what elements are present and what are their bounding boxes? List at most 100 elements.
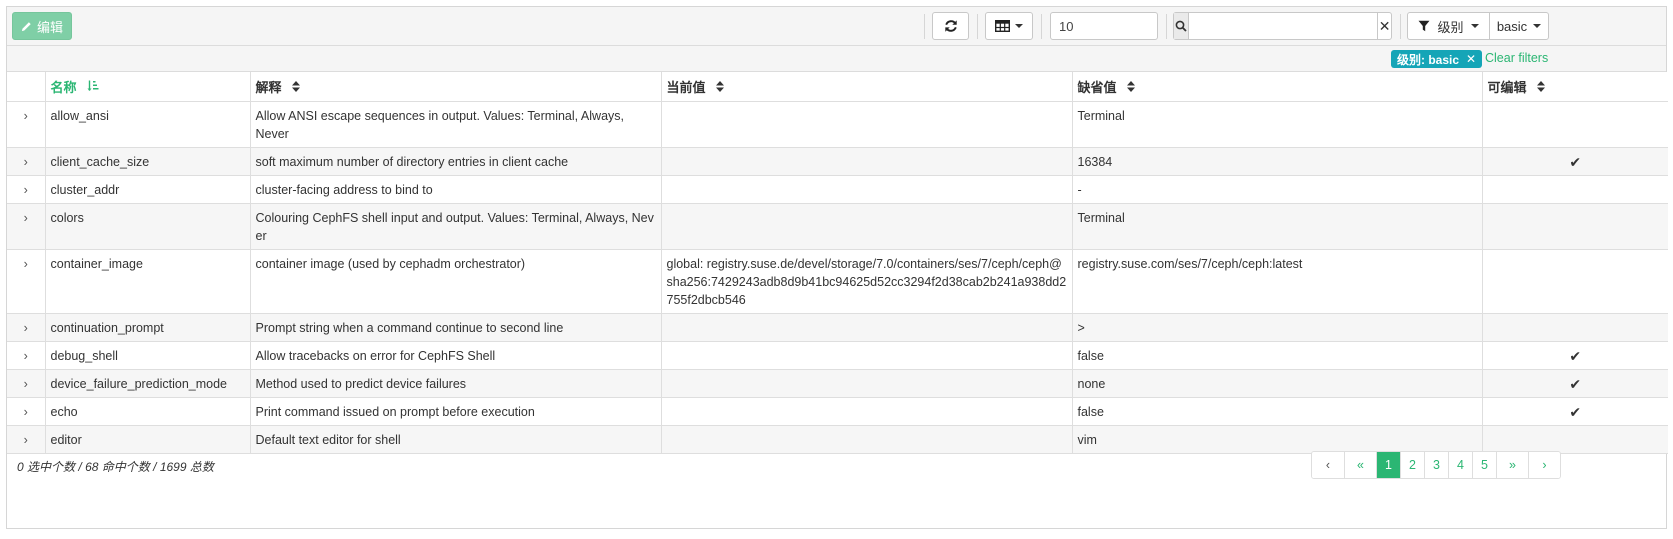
found-label: 命中个数 <box>101 460 150 474</box>
table-row[interactable]: › echo Print command issued on prompt be… <box>7 396 1668 426</box>
row-name: allow_ansi <box>44 100 251 148</box>
check-icon: ✔ <box>1569 375 1582 392</box>
row-default-value: Terminal <box>1071 100 1483 148</box>
refresh-button[interactable] <box>932 12 969 40</box>
expand-row-icon[interactable]: › <box>7 396 46 426</box>
expand-column-header <box>7 72 46 102</box>
row-current-value <box>660 100 1073 148</box>
remove-filter-icon[interactable]: ✕ <box>1466 52 1476 66</box>
column-header-default-value[interactable]: 缺省值 <box>1071 72 1483 102</box>
table-row[interactable]: › client_cache_size soft maximum number … <box>7 146 1668 176</box>
refresh-icon <box>944 20 957 32</box>
row-current-value <box>660 146 1073 176</box>
chevron-down-icon <box>1533 24 1542 28</box>
active-filters-bar: 级别: basic ✕ Clear filters <box>7 46 1666 72</box>
table-row[interactable]: › debug_shell Allow tracebacks on error … <box>7 340 1668 370</box>
row-name: client_cache_size <box>44 146 251 176</box>
next-page-button[interactable]: » <box>1496 452 1528 478</box>
toolbar-divider <box>1400 14 1401 39</box>
row-editable <box>1481 248 1668 314</box>
row-editable <box>1481 174 1668 204</box>
first-page-button[interactable]: ‹ <box>1312 452 1344 478</box>
page-button-2[interactable]: 2 <box>1400 452 1424 478</box>
row-current-value <box>660 424 1073 454</box>
expand-row-icon[interactable]: › <box>7 248 46 314</box>
close-icon: ✕ <box>1378 17 1391 34</box>
row-editable: ✔ <box>1481 146 1668 176</box>
column-header-label: 名称 <box>50 79 77 95</box>
page-size-input[interactable] <box>1050 12 1158 40</box>
sort-icon <box>715 80 724 92</box>
row-description: cluster-facing address to bind to <box>249 174 662 204</box>
toolbar-divider <box>1166 14 1167 39</box>
sort-ascending-icon <box>87 80 99 92</box>
row-name: echo <box>44 396 251 426</box>
column-header-editable[interactable]: 可编辑 <box>1481 72 1668 102</box>
clear-filters-link[interactable]: Clear filters <box>1485 51 1548 65</box>
expand-row-icon[interactable]: › <box>7 368 46 398</box>
row-current-value <box>660 368 1073 398</box>
page-button-5[interactable]: 5 <box>1472 452 1496 478</box>
row-description: container image (used by cephadm orchest… <box>249 248 662 314</box>
table-icon <box>995 20 1010 32</box>
table-row[interactable]: › cluster_addr cluster-facing address to… <box>7 174 1668 204</box>
row-default-value: vim <box>1071 424 1483 454</box>
row-editable: ✔ <box>1481 396 1668 426</box>
page-button-4[interactable]: 4 <box>1448 452 1472 478</box>
row-editable <box>1481 100 1668 148</box>
expand-row-icon[interactable]: › <box>7 100 46 148</box>
expand-row-icon[interactable]: › <box>7 424 46 454</box>
table-row[interactable]: › container_image container image (used … <box>7 248 1668 314</box>
check-icon: ✔ <box>1569 403 1582 420</box>
table-row[interactable]: › continuation_prompt Prompt string when… <box>7 312 1668 342</box>
column-header-label: 可编辑 <box>1487 79 1527 95</box>
expand-row-icon[interactable]: › <box>7 146 46 176</box>
column-header-name[interactable]: 名称 <box>44 72 251 102</box>
row-editable: ✔ <box>1481 340 1668 370</box>
row-default-value: 16384 <box>1071 146 1483 176</box>
column-header-description[interactable]: 解释 <box>249 72 662 102</box>
search-input[interactable] <box>1189 13 1378 39</box>
row-default-value: - <box>1071 174 1483 204</box>
clear-search-button[interactable]: ✕ <box>1377 13 1391 39</box>
sort-icon <box>1536 80 1545 92</box>
row-current-value <box>660 340 1073 370</box>
total-label: 总数 <box>189 460 214 474</box>
row-default-value: none <box>1071 368 1483 398</box>
table-row[interactable]: › colors Colouring CephFS shell input an… <box>7 202 1668 250</box>
page-button-1[interactable]: 1 <box>1376 452 1400 478</box>
table-row[interactable]: › editor Default text editor for shell v… <box>7 424 1668 454</box>
table-row[interactable]: › allow_ansi Allow ANSI escape sequences… <box>7 100 1668 148</box>
row-editable <box>1481 312 1668 342</box>
filter-field-dropdown[interactable]: 级别 <box>1408 13 1490 39</box>
row-name: device_failure_prediction_mode <box>44 368 251 398</box>
sort-icon <box>291 80 300 92</box>
column-header-current-value[interactable]: 当前值 <box>660 72 1073 102</box>
summary-separator: / <box>153 460 157 474</box>
table-row[interactable]: › device_failure_prediction_mode Method … <box>7 368 1668 398</box>
column-header-label: 当前值 <box>666 79 706 95</box>
active-filter-tag[interactable]: 级别: basic ✕ <box>1391 50 1483 68</box>
total-count: 1699 <box>159 460 187 474</box>
active-filter-label: 级别: basic <box>1397 52 1460 67</box>
last-page-button[interactable]: › <box>1528 452 1560 478</box>
row-name: debug_shell <box>44 340 251 370</box>
expand-row-icon[interactable]: › <box>7 202 46 250</box>
selected-label: 选中个数 <box>27 460 76 474</box>
sort-icon <box>1126 80 1135 92</box>
row-description: Prompt string when a command continue to… <box>249 312 662 342</box>
row-current-value <box>660 202 1073 250</box>
row-current-value <box>660 174 1073 204</box>
row-default-value: registry.suse.com/ses/7/ceph/ceph:latest <box>1071 248 1483 314</box>
prev-page-button[interactable]: « <box>1344 452 1376 478</box>
toolbar-divider <box>924 14 925 39</box>
column-toggle-button[interactable] <box>985 12 1033 40</box>
page-button-3[interactable]: 3 <box>1424 452 1448 478</box>
filter-value-dropdown[interactable]: basic <box>1490 13 1548 39</box>
table-header-row: 名称 解释 当前值 缺省值 可编辑 <box>7 72 1668 102</box>
chevron-down-icon <box>1015 24 1023 28</box>
edit-button[interactable]: 编辑 <box>12 12 72 40</box>
expand-row-icon[interactable]: › <box>7 312 46 342</box>
expand-row-icon[interactable]: › <box>7 340 46 370</box>
expand-row-icon[interactable]: › <box>7 174 46 204</box>
